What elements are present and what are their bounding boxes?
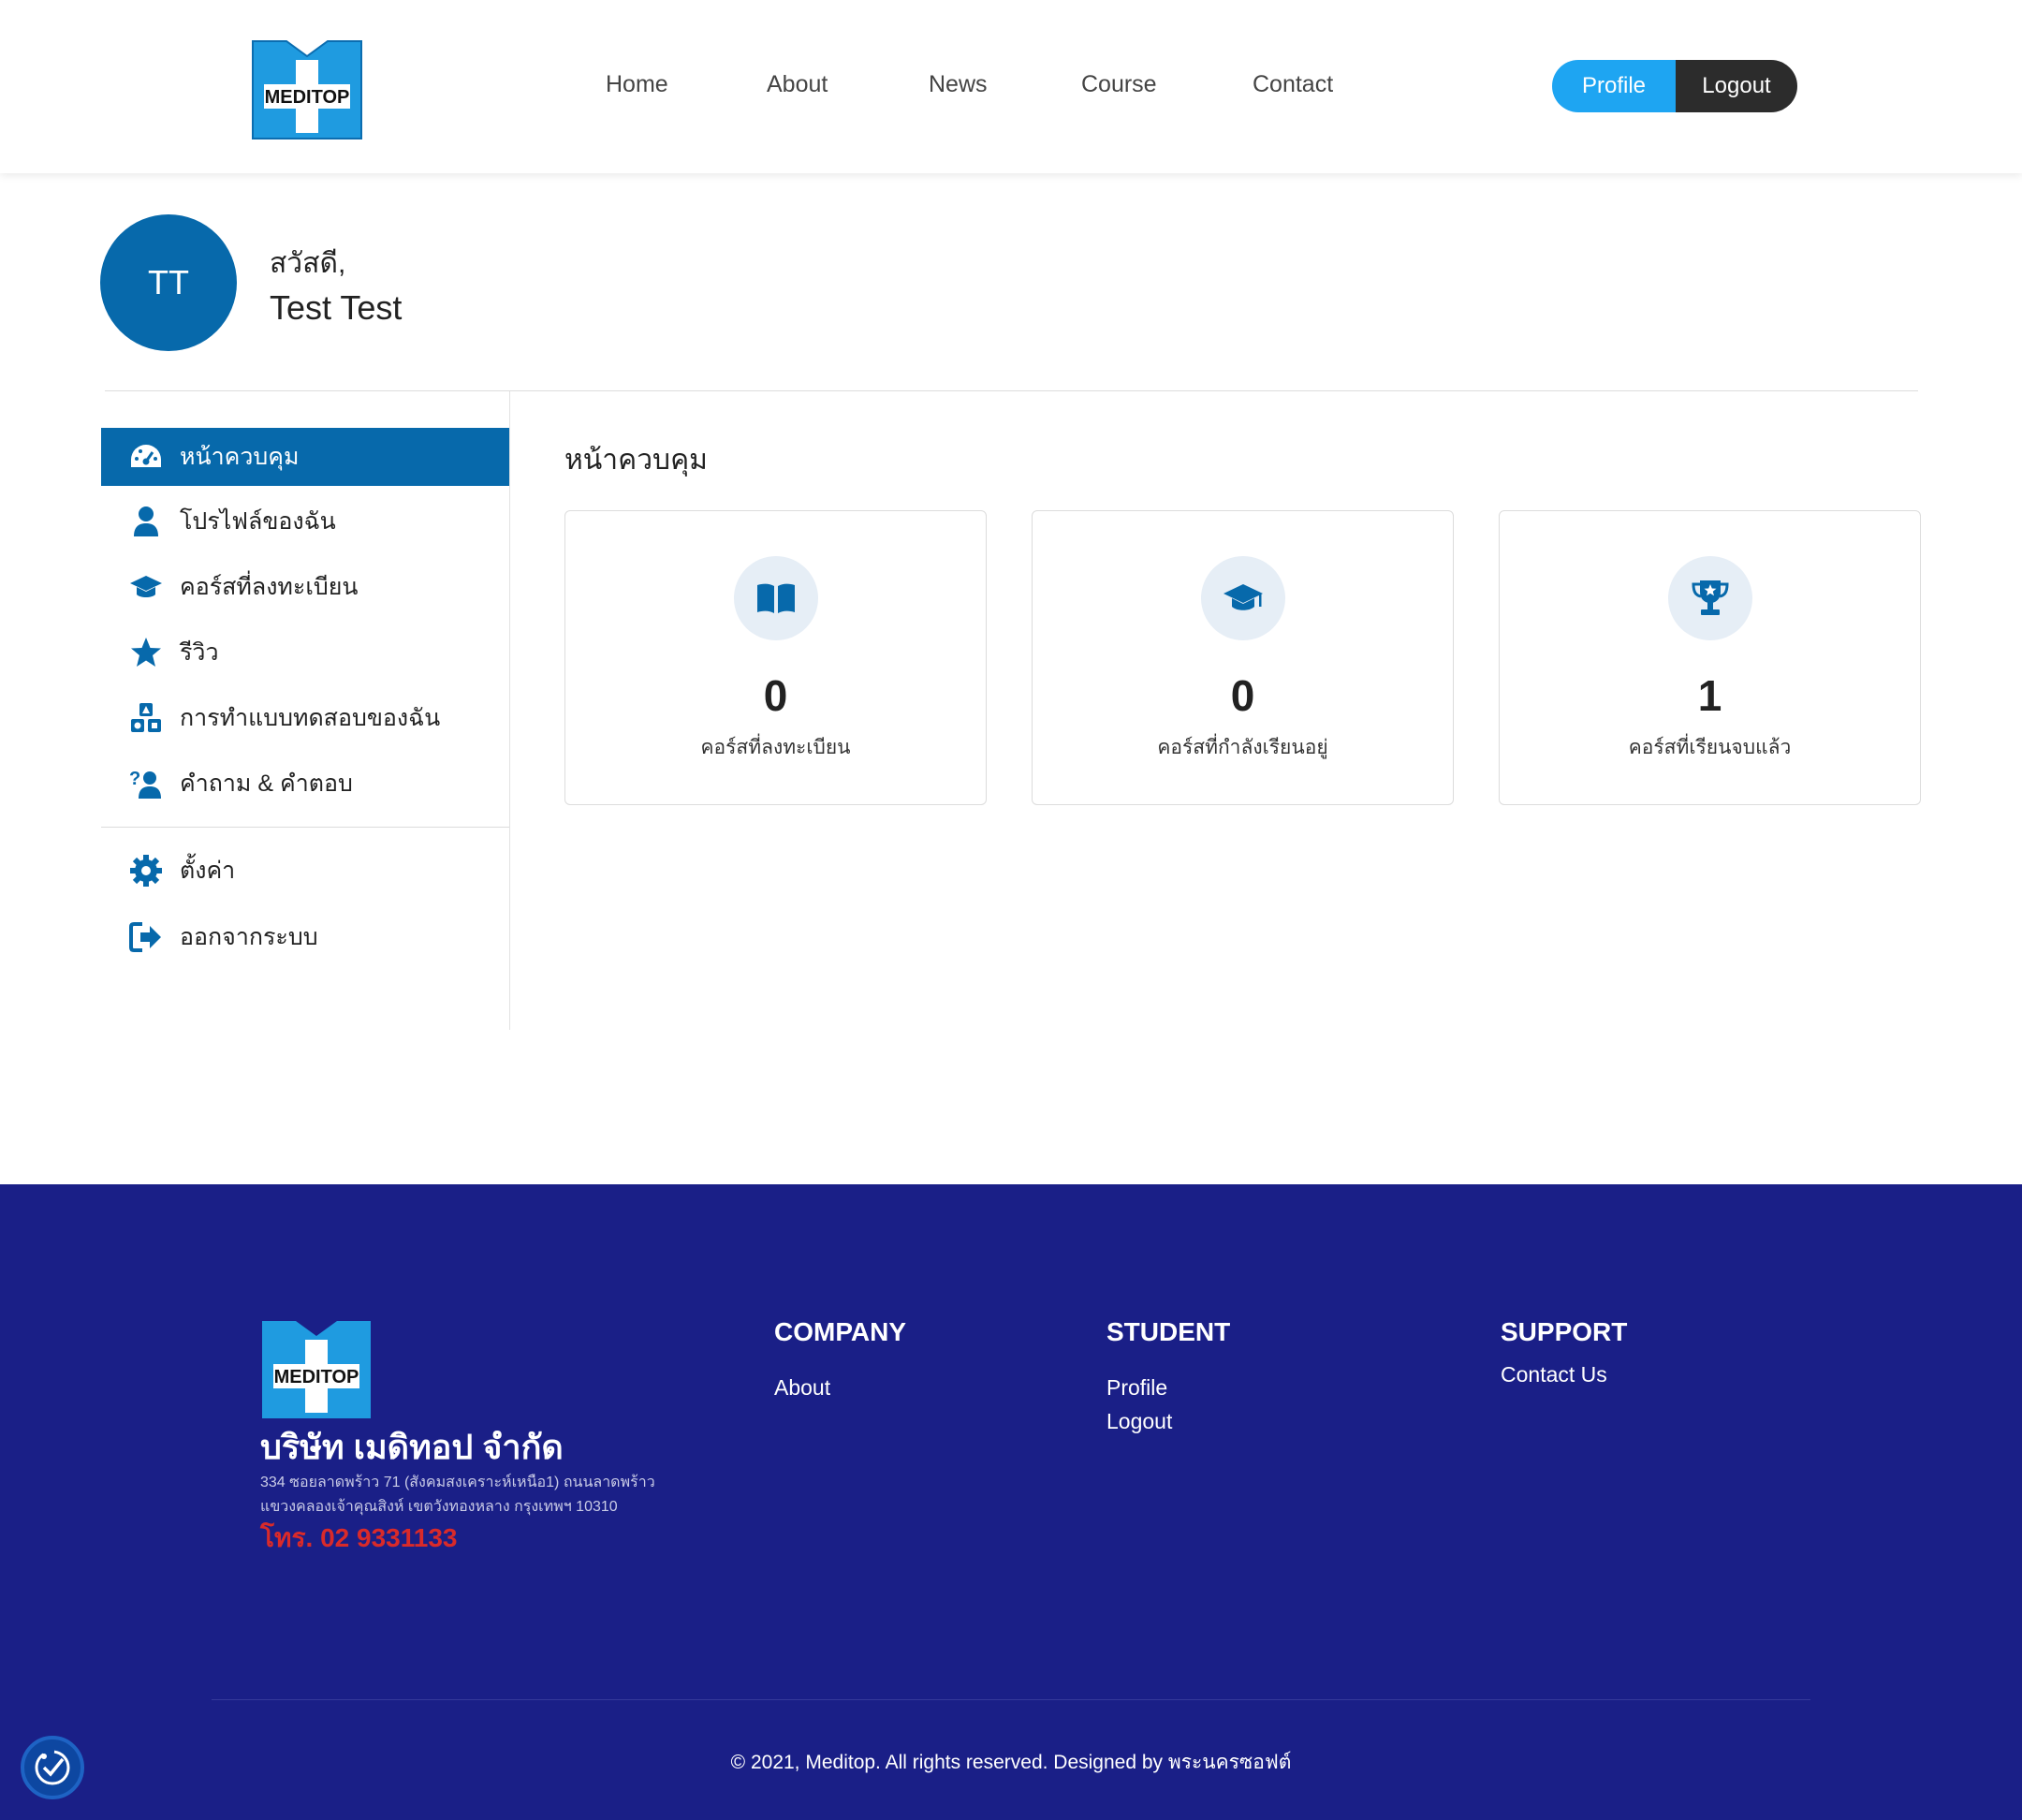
star-icon <box>127 634 165 671</box>
sidebar-item-label: รีวิว <box>180 639 219 666</box>
site-footer: MEDITOP บริษัท เมดิทอป จำกัด 334 ซอยลาดพ… <box>0 1184 2022 1820</box>
page-title: หน้าควบคุม <box>564 445 708 476</box>
user-icon <box>127 503 165 540</box>
divider <box>105 390 1918 391</box>
stat-card-enrolled: 0 คอร์สที่ลงทะเบียน <box>564 510 987 805</box>
svg-text:MEDITOP: MEDITOP <box>274 1367 359 1387</box>
profile-button[interactable]: Profile <box>1552 60 1676 112</box>
user-name: Test Test <box>270 288 403 327</box>
footer-meditop-logo: MEDITOP <box>262 1321 371 1418</box>
graduation-cap-icon <box>1201 556 1285 640</box>
trophy-icon <box>1668 556 1752 640</box>
logout-button[interactable]: Logout <box>1676 60 1797 112</box>
footer-address-line: 334 ซอยลาดพร้าว 71 (สังคมสงเคราะห์เหนือ1… <box>260 1475 655 1490</box>
sidebar-item-label: ออกจากระบบ <box>180 924 318 950</box>
stat-label: คอร์สที่เรียนจบแล้ว <box>1628 737 1792 758</box>
book-open-icon <box>734 556 818 640</box>
stat-value: 0 <box>763 671 788 720</box>
stat-label: คอร์สที่ลงทะเบียน <box>700 737 851 758</box>
footer-phone: โทร. 02 9331133 <box>260 1523 458 1552</box>
sidebar-item-logout[interactable]: ออกจากระบบ <box>101 908 509 966</box>
sidebar-item-label: คอร์สที่ลงทะเบียน <box>180 574 359 600</box>
stat-label: คอร์สที่กำลังเรียนอยู่ <box>1157 737 1328 758</box>
stat-card-completed: 1 คอร์สที่เรียนจบแล้ว <box>1499 510 1921 805</box>
sidebar-item-dashboard[interactable]: หน้าควบคุม <box>101 428 509 486</box>
nav-news[interactable]: News <box>929 71 988 98</box>
greeting-text: สวัสดี, <box>270 248 346 279</box>
avatar: TT <box>100 214 237 351</box>
sign-out-icon <box>127 918 165 956</box>
nav-home[interactable]: Home <box>606 71 668 98</box>
copyright-text: © 2021, Meditop. All rights reserved. De… <box>730 1752 1292 1773</box>
shapes-icon <box>127 699 165 737</box>
nav-course[interactable]: Course <box>1081 71 1157 98</box>
sidebar-item-label: โปรไฟล์ของฉัน <box>180 508 336 535</box>
question-user-icon: ? <box>127 765 165 802</box>
accessibility-icon <box>35 1750 70 1785</box>
sidebar-item-profile[interactable]: โปรไฟล์ของฉัน <box>101 492 509 550</box>
nav-contact[interactable]: Contact <box>1253 71 1333 98</box>
sidebar-item-quizzes[interactable]: การทำแบบทดสอบของฉัน <box>101 689 509 747</box>
footer-heading-company: COMPANY <box>774 1317 907 1346</box>
gear-icon <box>127 852 165 889</box>
sidebar-divider <box>509 391 510 1030</box>
nav-about[interactable]: About <box>767 71 828 98</box>
stat-card-in-progress: 0 คอร์สที่กำลังเรียนอยู่ <box>1032 510 1454 805</box>
stat-value: 0 <box>1230 671 1255 720</box>
footer-link-profile[interactable]: Profile <box>1106 1375 1167 1401</box>
graduation-cap-icon <box>127 568 165 606</box>
accessibility-widget-button[interactable] <box>21 1736 84 1799</box>
account-buttons: Profile Logout <box>1552 60 1797 112</box>
sidebar-item-label: ตั้งค่า <box>180 858 236 884</box>
sidebar-item-reviews[interactable]: รีวิว <box>101 624 509 682</box>
footer-link-contact-us[interactable]: Contact Us <box>1501 1362 1607 1387</box>
sidebar-item-courses[interactable]: คอร์สที่ลงทะเบียน <box>101 558 509 616</box>
stat-value: 1 <box>1697 671 1722 720</box>
footer-link-about[interactable]: About <box>774 1375 830 1401</box>
sidebar-item-qa[interactable]: ? คำถาม & คำตอบ <box>101 755 509 813</box>
sidebar-item-label: คำถาม & คำตอบ <box>180 771 353 797</box>
dashboard-icon <box>127 438 165 476</box>
sidebar-separator <box>101 827 509 828</box>
footer-link-logout[interactable]: Logout <box>1106 1409 1172 1434</box>
sidebar-item-label: หน้าควบคุม <box>180 444 300 470</box>
footer-divider <box>212 1699 1810 1700</box>
svg-text:?: ? <box>129 769 140 789</box>
footer-heading-student: STUDENT <box>1106 1317 1231 1346</box>
footer-heading-support: SUPPORT <box>1501 1317 1628 1346</box>
footer-address-line: แขวงคลองเจ้าคุณสิงห์ เขตวังทองหลาง กรุงเ… <box>260 1499 618 1515</box>
site-header: MEDITOP Home About News Course Contact P… <box>0 0 2022 173</box>
footer-company-name: บริษัท เมดิทอป จำกัด <box>260 1428 564 1466</box>
sidebar-item-label: การทำแบบทดสอบของฉัน <box>180 705 441 731</box>
sidebar-item-settings[interactable]: ตั้งค่า <box>101 842 509 900</box>
